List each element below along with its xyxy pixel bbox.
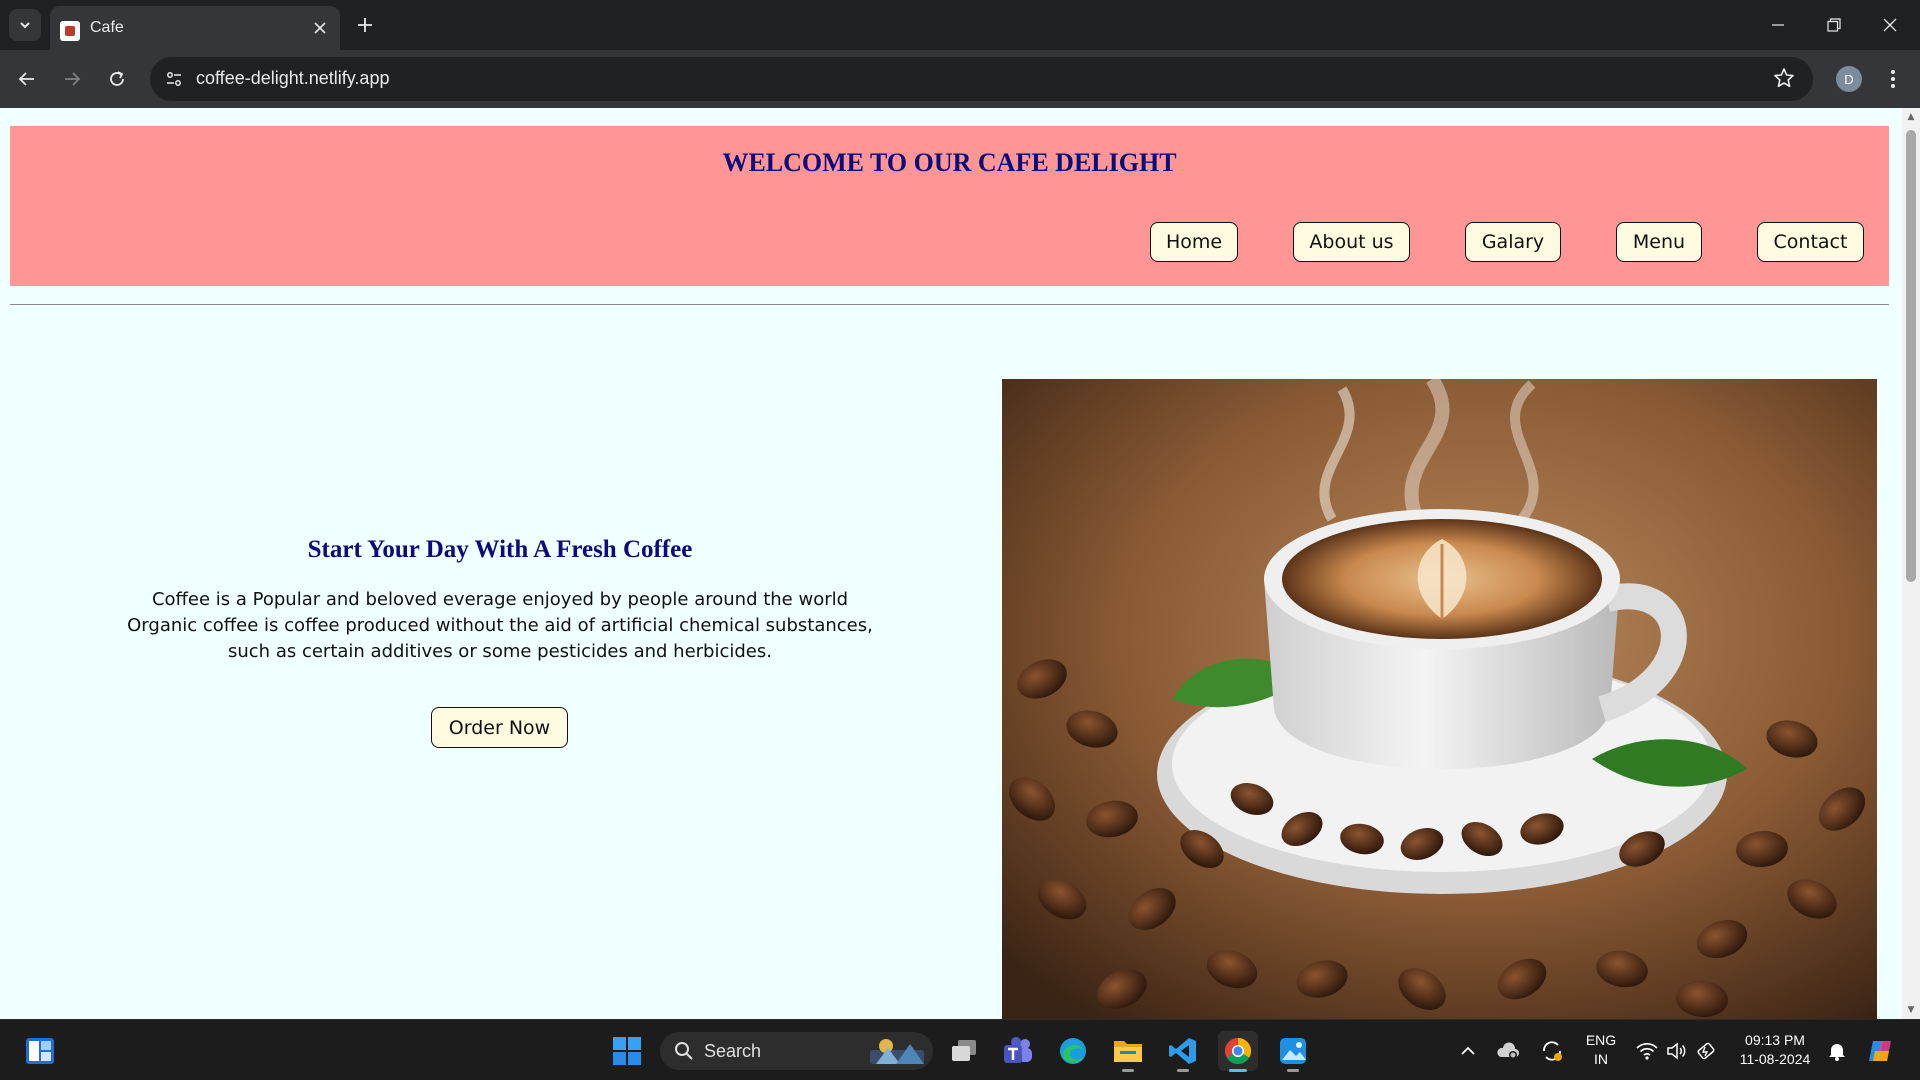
clock-date: 11-08-2024 [1739,1051,1811,1067]
hero-description: Coffee is a Popular and beloved everage … [0,587,1000,665]
edge-icon[interactable] [1053,1031,1093,1071]
wifi-icon[interactable] [1632,1031,1662,1071]
onedrive-cloud-icon[interactable] [1493,1031,1523,1071]
nav-galary[interactable]: Galary [1465,222,1561,262]
more-vertical-icon [1891,70,1895,88]
task-view-icon[interactable] [944,1031,984,1071]
scroll-up-icon[interactable]: ▲ [1906,112,1916,122]
header-divider [10,304,1889,305]
nav-home[interactable]: Home [1150,222,1238,262]
new-tab-button[interactable] [350,10,380,40]
site-header: WELCOME TO OUR CAFE DELIGHT Home About u… [10,126,1889,286]
scroll-down-icon[interactable]: ▼ [1906,1005,1916,1015]
back-button[interactable] [10,62,44,96]
photos-icon[interactable] [1273,1031,1313,1072]
reload-icon [110,71,124,86]
widgets-icon[interactable] [20,1031,60,1071]
nav-menu[interactable]: Menu [1616,222,1702,262]
scroll-thumb[interactable] [1906,130,1916,582]
reload-button[interactable] [100,62,134,96]
arrow-left-icon [18,72,34,86]
clock-time: 09:13 PM [1745,1032,1805,1048]
show-hidden-icons-chevron-up-icon[interactable] [1453,1031,1483,1071]
tab-close-button[interactable] [310,18,330,38]
close-icon [314,22,326,34]
coffee-cup-image [1002,379,1877,1019]
search-label: Search [704,1041,762,1061]
nav-contact[interactable]: Contact [1757,222,1864,262]
order-now-button[interactable]: Order Now [431,707,568,748]
hero-heading: Start Your Day With A Fresh Coffee [307,536,693,563]
close-icon [1883,18,1897,32]
windows-taskbar: Search ENG IN 09:13 PM 11-08-2024 [0,1019,1920,1080]
restore-button[interactable] [1806,0,1862,50]
region-code: IN [1594,1051,1608,1067]
close-window-button[interactable] [1862,0,1918,50]
search-icon [675,1042,693,1060]
tab-search-button[interactable] [9,9,41,41]
address-bar[interactable]: coffee-delight.netlify.app [150,57,1813,101]
browser-tab-bar: Cafe [0,0,1920,50]
minimize-icon [1772,24,1784,26]
hero-line-2: Organic coffee is coffee produced withou… [127,615,873,636]
search-highlight-icon [870,1039,924,1064]
cafe-favicon-icon [60,21,80,41]
volume-icon[interactable] [1662,1031,1692,1071]
profile-avatar[interactable]: D [1836,66,1862,92]
taskbar-search[interactable]: Search [660,1032,933,1070]
notification-bell-icon[interactable] [1822,1031,1852,1071]
copilot-icon[interactable] [1860,1031,1900,1071]
sync-update-icon[interactable] [1536,1031,1568,1071]
browser-menu-button[interactable] [1880,64,1906,94]
clock[interactable]: 09:13 PM 11-08-2024 [1730,1031,1820,1069]
tab-title: Cafe [90,19,124,36]
site-info-icon[interactable] [160,65,188,93]
bookmark-star-icon[interactable] [1773,67,1795,93]
file-explorer-icon[interactable] [1108,1031,1148,1072]
vscode-icon[interactable] [1163,1031,1203,1072]
hero-line-1: Coffee is a Popular and beloved everage … [151,589,849,610]
page-scrollbar[interactable]: ▲ ▼ [1902,108,1920,1019]
minimize-button[interactable] [1750,0,1806,50]
browser-toolbar: coffee-delight.netlify.app D [0,50,1920,108]
hero-line-3: such as certain additives or some pestic… [228,641,772,662]
battery-charging-icon[interactable] [1692,1031,1722,1071]
plus-icon [358,18,372,32]
nav-about-us[interactable]: About us [1293,222,1410,262]
chrome-icon[interactable] [1218,1031,1258,1072]
teams-icon[interactable] [998,1031,1038,1071]
language-indicator[interactable]: ENG IN [1580,1031,1622,1069]
browser-tab[interactable]: Cafe [50,6,340,50]
site-title: WELCOME TO OUR CAFE DELIGHT [722,148,1177,177]
language-code: ENG [1585,1032,1617,1048]
web-page: WELCOME TO OUR CAFE DELIGHT Home About u… [0,108,1902,1019]
chevron-down-icon [20,22,30,29]
forward-button[interactable] [55,62,89,96]
url-text: coffee-delight.netlify.app [196,68,390,88]
arrow-right-icon [65,72,81,86]
restore-icon [1827,18,1841,32]
start-icon[interactable] [607,1031,647,1071]
